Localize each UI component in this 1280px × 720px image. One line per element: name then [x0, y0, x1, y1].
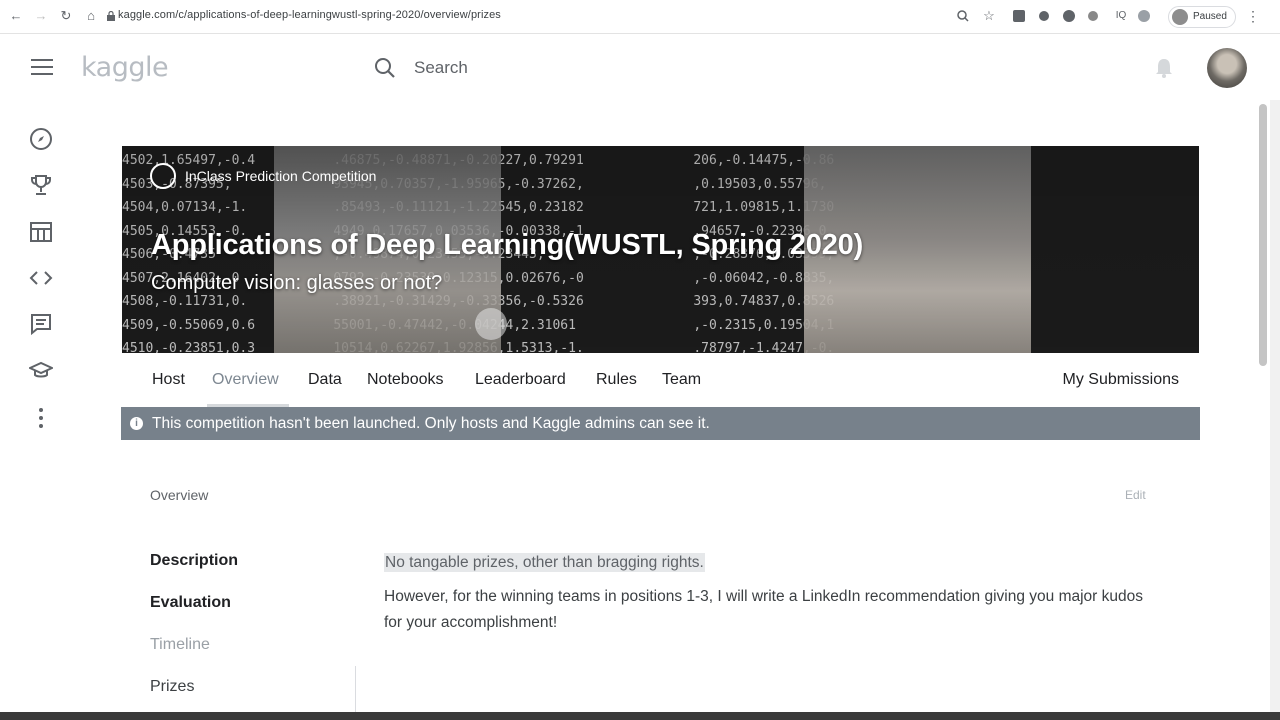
info-icon: i [130, 417, 143, 430]
code-icon[interactable] [29, 266, 53, 290]
more-vertical-icon[interactable] [29, 406, 53, 430]
mouse-cursor-highlight [475, 308, 507, 340]
user-avatar[interactable] [1207, 48, 1247, 88]
lock-icon[interactable] [107, 11, 115, 21]
tab-notebooks[interactable]: Notebooks [367, 371, 444, 389]
kaggle-logo[interactable]: kaggle [81, 52, 169, 83]
home-icon[interactable]: ⌂ [83, 8, 99, 24]
search-input[interactable]: Search [414, 58, 468, 78]
compass-icon[interactable] [29, 127, 53, 151]
tab-team[interactable]: Team [662, 371, 701, 389]
side-nav-timeline[interactable]: Timeline [150, 636, 210, 654]
browser-toolbar: ← → ↻ ⌂ kaggle.com/c/applications-of-dee… [0, 0, 1280, 34]
side-nav-prizes[interactable]: Prizes [150, 678, 194, 696]
browser-menu-icon[interactable]: ⋮ [1246, 8, 1260, 25]
prizes-paragraph: However, for the winning teams in positi… [384, 588, 1144, 631]
bookmark-star-icon[interactable]: ☆ [981, 8, 997, 24]
competition-title: Applications of Deep Learning(WUSTL, Spr… [151, 229, 864, 261]
competition-tabs: Host Overview Data Notebooks Leaderboard… [122, 368, 1199, 408]
prizes-highlight-text: No tangable prizes, other than bragging … [384, 553, 705, 572]
competition-subtitle: Computer vision: glasses or not? [151, 272, 443, 294]
side-nav-evaluation[interactable]: Evaluation [150, 594, 231, 612]
address-bar[interactable]: kaggle.com/c/applications-of-deep-learni… [118, 9, 501, 21]
extension-iq-icon[interactable]: IQ [1111, 8, 1131, 24]
notifications-bell-icon[interactable] [1154, 57, 1174, 79]
zoom-icon[interactable] [957, 10, 969, 22]
discussion-icon[interactable] [29, 312, 53, 336]
tab-overview[interactable]: Overview [212, 371, 279, 389]
search-icon[interactable] [374, 57, 396, 79]
inclass-badge-icon [150, 163, 176, 189]
menu-icon[interactable] [31, 59, 53, 80]
extension-icon[interactable] [1039, 11, 1049, 21]
reload-icon[interactable]: ↻ [58, 8, 74, 24]
prizes-content: No tangable prizes, other than bragging … [384, 553, 1164, 636]
profile-avatar [1172, 9, 1188, 25]
table-icon[interactable] [29, 220, 53, 244]
page-scrollbar-thumb[interactable] [1259, 104, 1267, 366]
page-scrollbar-track[interactable] [1270, 100, 1280, 720]
competition-type-label: InClass Prediction Competition [185, 168, 377, 184]
section-title: Overview [150, 487, 209, 503]
tab-leaderboard[interactable]: Leaderboard [475, 371, 566, 389]
extension-icon[interactable] [1138, 10, 1150, 22]
tab-rules[interactable]: Rules [596, 371, 637, 389]
forward-icon[interactable]: → [33, 8, 49, 24]
tab-host[interactable]: Host [152, 371, 185, 389]
graduation-cap-icon[interactable] [29, 359, 53, 383]
edit-link[interactable]: Edit [1125, 488, 1146, 502]
my-submissions-link[interactable]: My Submissions [1063, 371, 1179, 389]
taskbar-edge [0, 712, 1280, 720]
alert-message: This competition hasn't been launched. O… [152, 415, 710, 432]
extension-icon[interactable] [1063, 10, 1075, 22]
trophy-icon[interactable] [29, 173, 53, 197]
side-nav-description[interactable]: Description [150, 552, 238, 570]
back-icon[interactable]: ← [8, 8, 24, 24]
profile-button[interactable]: Paused [1168, 6, 1236, 28]
profile-status: Paused [1193, 11, 1227, 22]
competition-banner: 4502,1.65497,-0.4 .46875,-0.48871,-0.202… [122, 146, 1199, 353]
extension-icon[interactable] [1013, 10, 1025, 22]
not-launched-alert: i This competition hasn't been launched.… [121, 407, 1200, 440]
extension-icon[interactable] [1088, 11, 1098, 21]
tab-data[interactable]: Data [308, 371, 342, 389]
